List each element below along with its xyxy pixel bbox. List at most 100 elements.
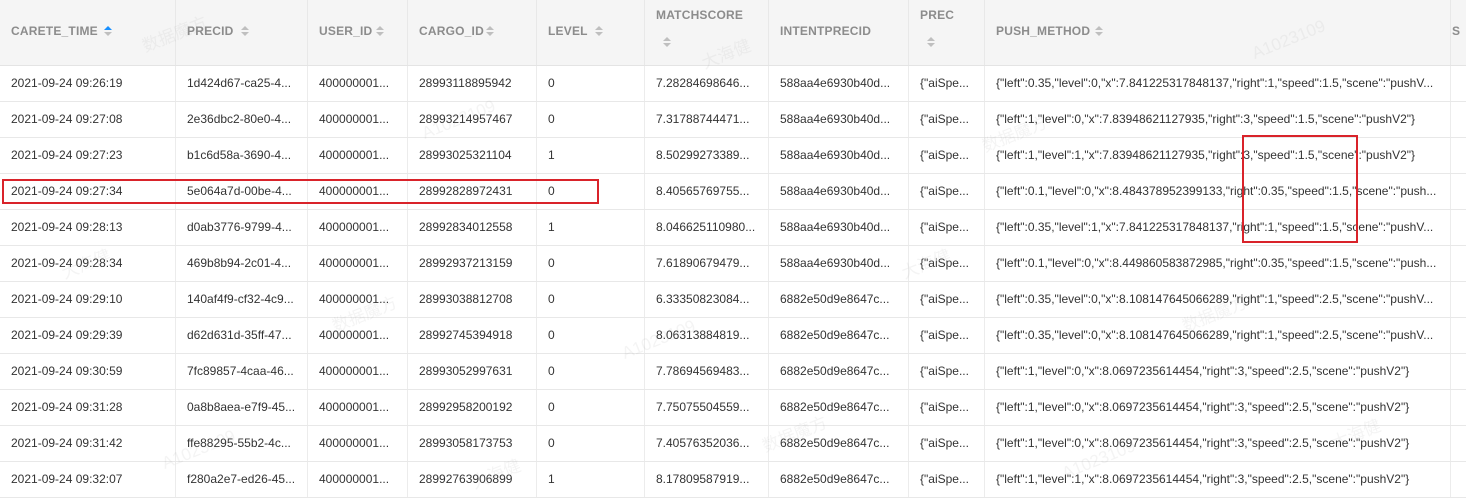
table-row[interactable]: 2021-09-24 09:27:34 5e064a7d-00be-4... 400… [0,174,1466,210]
cell-matchscore: 8.06313884819... [645,318,769,353]
table-row[interactable]: 2021-09-24 09:26:19 1d424d67-ca25-4... 400… [0,66,1466,102]
cell-user-id: 400000001... [308,354,408,389]
cell-truncated [1451,102,1466,137]
sort-icon[interactable] [104,26,112,37]
cell-intentprecid: 6882e50d9e8647c... [769,282,909,317]
table-row[interactable]: 2021-09-24 09:31:42 ffe88295-55b2-4c... 40… [0,426,1466,462]
cell-prec: {"aiSpe... [909,210,985,245]
table-row[interactable]: 2021-09-24 09:31:28 0a8b8aea-e7f9-45... 40… [0,390,1466,426]
cell-push-method: {"left":0.35,"level":1,"x":7.84122531784… [985,210,1451,245]
cell-create-time: 2021-09-24 09:27:08 [0,102,176,137]
column-header-label: CARETE_TIME [11,24,98,38]
column-header-user-id[interactable]: USER_ID [308,0,408,65]
table-row[interactable]: 2021-09-24 09:28:34 469b8b94-2c01-4... 400… [0,246,1466,282]
cell-precid: d0ab3776-9799-4... [176,210,308,245]
cell-intentprecid: 588aa4e6930b40d... [769,174,909,209]
cell-prec: {"aiSpe... [909,390,985,425]
cell-matchscore: 7.31788744471... [645,102,769,137]
cell-prec: {"aiSpe... [909,138,985,173]
column-header-label: LEVEL [548,24,588,38]
cell-level: 0 [537,390,645,425]
cell-user-id: 400000001... [308,102,408,137]
column-header-cargo-id[interactable]: CARGO_ID [408,0,537,65]
column-header-matchscore[interactable]: MATCHSCORE [645,0,769,65]
table-row[interactable]: 2021-09-24 09:27:23 b1c6d58a-3690-4... 400… [0,138,1466,174]
cell-push-method: {"left":0.35,"level":0,"x":8.10814764506… [985,318,1451,353]
cell-cargo-id: 28992763906899 [408,462,537,497]
cell-matchscore: 8.17809587919... [645,462,769,497]
cell-cargo-id: 28992958200192 [408,390,537,425]
column-header-intentprecid[interactable]: INTENTPRECID [769,0,909,65]
cell-user-id: 400000001... [308,246,408,281]
cell-truncated [1451,66,1466,101]
cell-truncated [1451,138,1466,173]
table-row[interactable]: 2021-09-24 09:32:07 f280a2e7-ed26-45... 40… [0,462,1466,498]
table-row[interactable]: 2021-09-24 09:27:08 2e36dbc2-80e0-4... 400… [0,102,1466,138]
cell-level: 1 [537,462,645,497]
cell-truncated [1451,318,1466,353]
table-row[interactable]: 2021-09-24 09:29:10 140af4f9-cf32-4c9... 4… [0,282,1466,318]
cell-create-time: 2021-09-24 09:28:34 [0,246,176,281]
cell-matchscore: 6.33350823084... [645,282,769,317]
cell-truncated [1451,174,1466,209]
data-grid: CARETE_TIME PRECID USER_ID CARGO_ID LEVE… [0,0,1466,501]
table-row[interactable]: 2021-09-24 09:28:13 d0ab3776-9799-4... 400… [0,210,1466,246]
cell-level: 0 [537,426,645,461]
sort-icon[interactable] [241,26,249,37]
cell-intentprecid: 588aa4e6930b40d... [769,138,909,173]
cell-precid: d62d631d-35ff-47... [176,318,308,353]
table-row[interactable]: 2021-09-24 09:30:59 7fc89857-4caa-46... 40… [0,354,1466,390]
sort-icon[interactable] [595,26,603,37]
cell-prec: {"aiSpe... [909,282,985,317]
cell-prec: {"aiSpe... [909,102,985,137]
column-header-carete-time[interactable]: CARETE_TIME [0,0,176,65]
column-header-push-method[interactable]: PUSH_METHOD [985,0,1451,65]
cell-matchscore: 7.61890679479... [645,246,769,281]
table-row[interactable]: 2021-09-24 09:29:39 d62d631d-35ff-47... 40… [0,318,1466,354]
sort-icon[interactable] [376,26,384,37]
column-header-truncated[interactable]: S [1451,0,1466,65]
cell-create-time: 2021-09-24 09:30:59 [0,354,176,389]
cell-intentprecid: 6882e50d9e8647c... [769,390,909,425]
cell-create-time: 2021-09-24 09:26:19 [0,66,176,101]
sort-icon[interactable] [663,37,671,48]
column-header-label: S [1452,24,1461,38]
cell-intentprecid: 588aa4e6930b40d... [769,210,909,245]
cell-truncated [1451,354,1466,389]
column-header-precid[interactable]: PRECID [176,0,308,65]
cell-intentprecid: 6882e50d9e8647c... [769,354,909,389]
cell-user-id: 400000001... [308,462,408,497]
cell-precid: 2e36dbc2-80e0-4... [176,102,308,137]
cell-prec: {"aiSpe... [909,354,985,389]
sort-icon[interactable] [486,26,494,37]
cell-cargo-id: 28992828972431 [408,174,537,209]
cell-matchscore: 8.50299273389... [645,138,769,173]
cell-user-id: 400000001... [308,66,408,101]
cell-push-method: {"left":0.1,"level":0,"x":8.484378952399… [985,174,1451,209]
cell-cargo-id: 28992937213159 [408,246,537,281]
cell-user-id: 400000001... [308,390,408,425]
cell-push-method: {"left":0.35,"level":0,"x":7.84122531784… [985,66,1451,101]
cell-create-time: 2021-09-24 09:31:42 [0,426,176,461]
cell-truncated [1451,462,1466,497]
cell-push-method: {"left":1,"level":0,"x":7.83948621127935… [985,102,1451,137]
cell-precid: b1c6d58a-3690-4... [176,138,308,173]
column-header-label: PREC [920,8,955,22]
cell-level: 1 [537,210,645,245]
cell-prec: {"aiSpe... [909,174,985,209]
cell-precid: ffe88295-55b2-4c... [176,426,308,461]
column-header-label: PUSH_METHOD [996,24,1091,38]
cell-create-time: 2021-09-24 09:28:13 [0,210,176,245]
column-header-label: MATCHSCORE [656,8,744,22]
cell-level: 0 [537,246,645,281]
column-header-level[interactable]: LEVEL [537,0,645,65]
column-header-label: PRECID [187,24,234,38]
sort-icon[interactable] [1095,26,1103,37]
cell-level: 0 [537,318,645,353]
column-header-prec[interactable]: PREC [909,0,985,65]
cell-prec: {"aiSpe... [909,66,985,101]
sort-icon[interactable] [927,37,935,48]
cell-truncated [1451,246,1466,281]
cell-user-id: 400000001... [308,210,408,245]
cell-push-method: {"left":1,"level":1,"x":7.83948621127935… [985,138,1451,173]
